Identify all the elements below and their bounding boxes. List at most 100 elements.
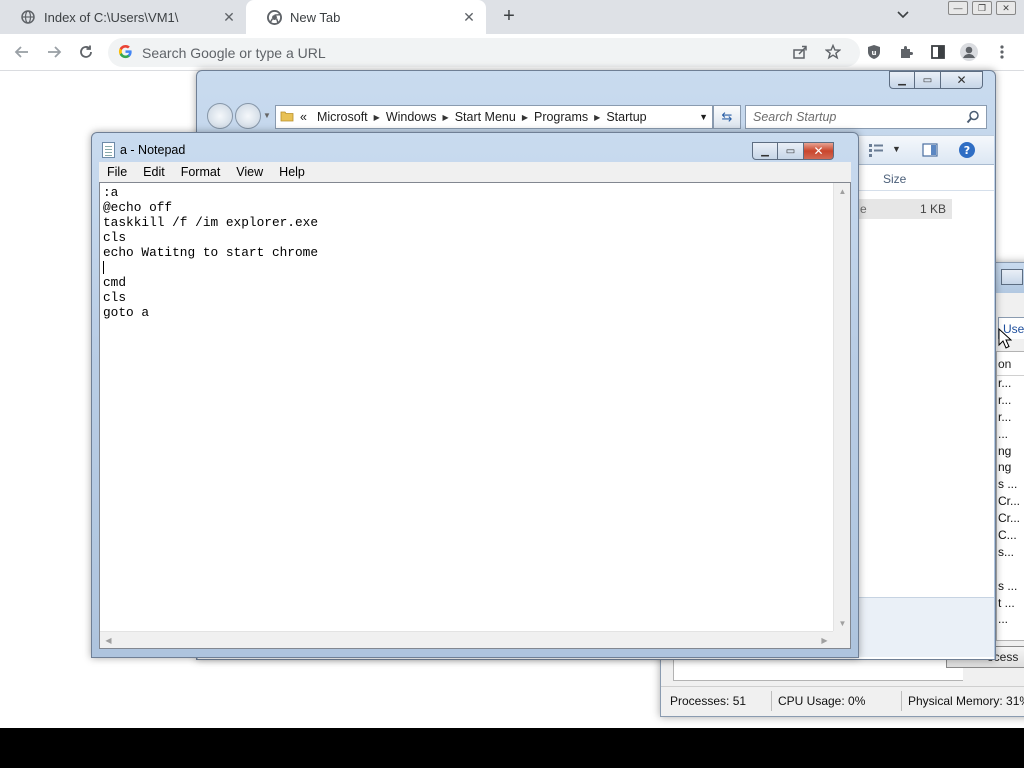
editor-line[interactable]: @echo off [103,200,833,215]
editor-content[interactable]: :a @echo off taskkill /f /im explorer.exe c… [103,185,833,630]
help-icon[interactable]: ? [958,141,976,162]
resize-grip[interactable] [833,631,850,648]
list-item[interactable]: s ... [997,579,1024,596]
search-input[interactable] [746,106,956,128]
chevron-down-icon[interactable]: ▼ [892,144,901,154]
puzzle-icon[interactable] [896,42,916,62]
breadcrumb-item[interactable]: Programs [528,110,594,124]
notepad-window-controls: ▁ ▭ ✕ [752,142,834,160]
file-row[interactable]: e 1 KB [858,199,952,219]
breadcrumb-item[interactable]: Microsoft [311,110,374,124]
list-item[interactable]: s... [997,545,1024,562]
omnibox-input[interactable] [142,42,742,63]
editor-line[interactable]: echo Watitng to start chrome [103,245,833,260]
horizontal-scrollbar[interactable]: ◀ ▶ [100,631,833,648]
window-title: a - Notepad [120,143,186,157]
column-header-size[interactable]: Size [883,172,906,186]
recent-pages-icon[interactable]: ▼ [263,111,271,120]
maximize-icon[interactable]: ▭ [778,142,804,160]
search-box[interactable] [745,105,987,129]
editor-line[interactable] [103,260,833,275]
close-icon[interactable]: ✕ [804,142,834,160]
back-icon[interactable] [12,42,32,62]
breadcrumb-item[interactable]: Start Menu [449,110,522,124]
omnibox[interactable] [108,38,860,67]
forward-icon[interactable] [235,103,261,129]
menu-edit[interactable]: Edit [135,165,173,179]
menu-view[interactable]: View [228,165,271,179]
mouse-pointer-icon [998,327,1013,350]
share-icon[interactable] [790,42,810,62]
profile-icon[interactable] [959,42,979,62]
list-item[interactable]: Cr... [997,494,1024,511]
editor-line[interactable]: taskkill /f /im explorer.exe [103,215,833,230]
close-icon[interactable]: ✕ [996,1,1016,15]
vertical-scrollbar[interactable]: ▲ ▼ [833,183,850,632]
list-item[interactable]: r... [997,410,1024,427]
close-tab-icon[interactable]: ✕ [460,8,478,26]
menu-help[interactable]: Help [271,165,313,179]
list-item[interactable]: r... [997,393,1024,410]
editor-line[interactable]: cls [103,290,833,305]
change-view-icon[interactable] [868,143,884,160]
minimize-icon[interactable]: ▁ [752,142,778,160]
maximize-icon[interactable]: ▭ [915,71,941,89]
list-item[interactable]: ... [997,612,1024,629]
list-item[interactable]: s ... [997,477,1024,494]
minimize-icon[interactable]: ▁ [889,71,915,89]
list-item[interactable]: ng [997,444,1024,461]
breadcrumb-item[interactable]: Windows [380,110,443,124]
column-header-description[interactable]: on [997,352,1024,376]
star-icon[interactable] [823,42,843,62]
editor-line[interactable]: goto a [103,305,833,320]
column-header[interactable]: Size [858,165,994,191]
details-pane [858,597,994,657]
list-item[interactable] [997,562,1024,579]
notepad-icon[interactable] [102,142,115,158]
svg-text:?: ? [964,144,970,157]
menu-format[interactable]: Format [173,165,229,179]
list-item[interactable]: ... [997,427,1024,444]
tab-new-tab[interactable]: New Tab ✕ [246,0,486,34]
text-editor[interactable]: :a @echo off taskkill /f /im explorer.exe c… [99,182,851,649]
tab-index-of-users[interactable]: Index of C:\Users\VM1\ ✕ [0,0,246,34]
list-item[interactable]: t ... [997,596,1024,613]
process-list[interactable]: on r... r... r... ... ng ng s ... Cr... … [996,351,1024,641]
shield-extension-icon[interactable]: u [864,42,884,62]
editor-line[interactable]: cls [103,230,833,245]
maximize-icon[interactable] [1001,269,1023,285]
search-icon[interactable] [966,110,980,124]
scroll-down-icon[interactable]: ▼ [834,615,851,632]
breadcrumb-item[interactable]: Startup [600,110,652,124]
menu-icon[interactable] [992,42,1012,62]
restore-icon[interactable]: ❐ [972,1,992,15]
list-item[interactable]: r... [997,376,1024,393]
minimize-icon[interactable]: — [948,1,968,15]
scroll-left-icon[interactable]: ◀ [100,632,117,649]
refresh-button[interactable]: ⇆ [713,105,741,129]
list-item[interactable]: ng [997,460,1024,477]
reload-icon[interactable] [76,42,96,62]
breadcrumb-overflow[interactable]: « [296,110,311,124]
editor-line[interactable]: cmd [103,275,833,290]
forward-icon[interactable] [44,42,64,62]
globe-icon [20,9,36,25]
close-icon[interactable]: ✕ [941,71,983,89]
editor-line[interactable]: :a [103,185,833,200]
breadcrumb[interactable]: « Microsoft ▶ Windows ▶ Start Menu ▶ Pro… [275,105,713,129]
scroll-right-icon[interactable]: ▶ [816,632,833,649]
tab-title: New Tab [290,9,341,25]
preview-pane-icon[interactable] [922,142,938,161]
close-tab-icon[interactable]: ✕ [220,8,238,26]
menu-file[interactable]: File [99,165,135,179]
chevron-down-icon[interactable] [896,8,914,26]
back-icon[interactable] [207,103,233,129]
explorer-nav-buttons: ▼ [205,101,271,129]
chevron-down-icon[interactable]: ▼ [699,112,708,122]
side-panel-icon[interactable] [928,42,948,62]
list-item[interactable]: C... [997,528,1024,545]
text-caret [103,261,104,275]
scroll-up-icon[interactable]: ▲ [834,183,851,200]
new-tab-button[interactable]: + [498,5,520,27]
list-item[interactable]: Cr... [997,511,1024,528]
